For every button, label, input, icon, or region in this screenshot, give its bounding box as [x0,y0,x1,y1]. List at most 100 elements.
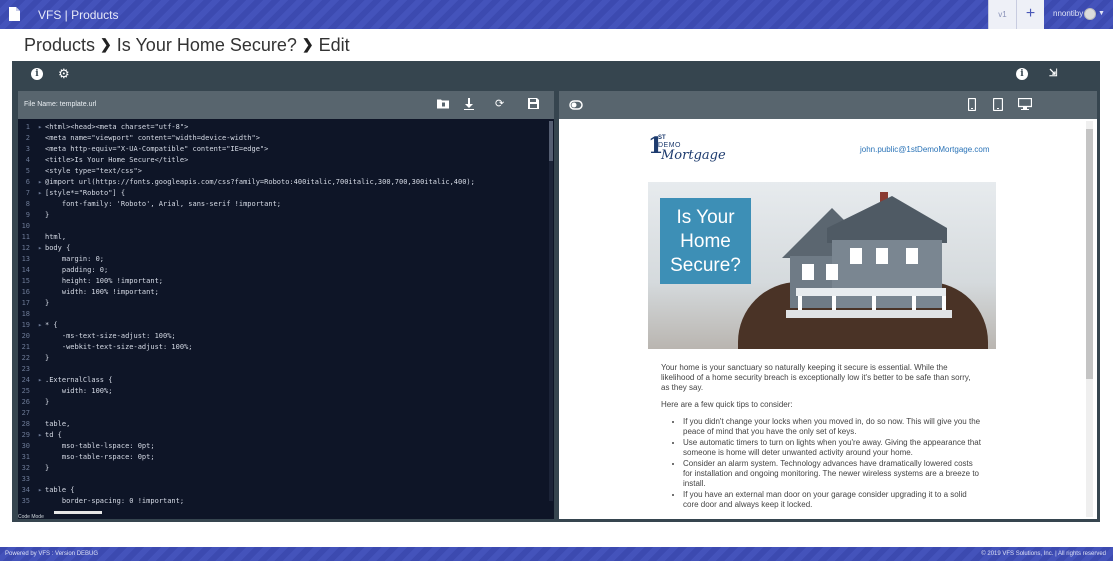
code-line[interactable]: 12 ▸ body { [18,243,546,254]
code-horizontal-scrollbar[interactable] [54,511,102,514]
fold-icon[interactable] [38,342,45,353]
fold-icon[interactable] [38,397,45,408]
code-text: font-family: 'Roboto', Arial, sans-serif… [45,200,282,208]
code-line[interactable]: 21 -webkit-text-size-adjust: 100%; [18,342,546,353]
code-line[interactable]: 19 ▸ * { [18,320,546,331]
desktop-icon[interactable] [1018,98,1032,110]
refresh-icon[interactable]: ⟳ [495,98,504,110]
code-line[interactable]: 20 -ms-text-size-adjust: 100%; [18,331,546,342]
fold-icon[interactable] [38,331,45,342]
code-line[interactable]: 32} [18,463,546,474]
code-line[interactable]: 23 [18,364,546,375]
fold-icon[interactable] [38,452,45,463]
code-line[interactable]: 28 table, [18,419,546,430]
code-scrollbar-thumb[interactable] [549,121,553,161]
code-line[interactable]: 9} [18,210,546,221]
version-badge[interactable]: v1 [988,0,1016,29]
fold-icon[interactable] [38,463,45,474]
info-icon-right[interactable]: i [1016,68,1028,80]
code-line[interactable]: 11 html, [18,232,546,243]
code-area[interactable]: 1 ▸ <html><head><meta charset="utf-8"> 2 <me… [18,122,546,508]
line-number: 1 [25,123,30,131]
chevron-down-icon[interactable]: ▼ [1098,10,1105,17]
fold-icon[interactable]: ▸ [38,188,45,199]
code-line[interactable]: 10 [18,221,546,232]
toggle-icon[interactable] [569,100,583,110]
code-line[interactable]: 29 ▸ td { [18,430,546,441]
fold-icon[interactable] [38,287,45,298]
collapse-icon[interactable]: ⇲ [1049,68,1061,80]
code-line[interactable]: 5 <style type="text/css"> [18,166,546,177]
fold-icon[interactable] [38,364,45,375]
code-line[interactable]: 7 ▸ [style*="Roboto"] { [18,188,546,199]
fold-icon[interactable]: ▸ [38,177,45,188]
fold-icon[interactable] [38,276,45,287]
folder-icon[interactable] [437,98,449,109]
fold-icon[interactable] [38,419,45,430]
save-icon[interactable] [528,98,539,109]
code-line[interactable]: 18 [18,309,546,320]
code-line[interactable]: 27 [18,408,546,419]
code-line[interactable]: 30 mso-table-lspace: 0pt; [18,441,546,452]
add-button[interactable]: + [1016,0,1044,29]
fold-icon[interactable] [38,309,45,320]
fold-icon[interactable] [38,221,45,232]
fold-icon[interactable]: ▸ [38,122,45,133]
tablet-icon[interactable] [993,98,1003,111]
info-icon[interactable]: i [31,68,43,80]
fold-icon[interactable]: ▸ [38,375,45,386]
fold-icon[interactable] [38,166,45,177]
chevron-right-icon: ❯ [100,36,112,52]
code-line[interactable]: 34 ▸ table { [18,485,546,496]
code-line[interactable]: 13 margin: 0; [18,254,546,265]
code-line[interactable]: 15 height: 100% !important; [18,276,546,287]
code-scrollbar[interactable] [549,121,553,501]
avatar[interactable] [1084,8,1096,20]
user-name[interactable]: nnontiby [1053,9,1083,18]
fold-icon[interactable] [38,265,45,276]
fold-icon[interactable] [38,232,45,243]
fold-icon[interactable] [38,210,45,221]
code-line[interactable]: 25 width: 100%; [18,386,546,397]
code-line[interactable]: 26} [18,397,546,408]
gear-icon[interactable]: ⚙ [58,67,70,80]
mobile-icon[interactable] [968,98,976,111]
fold-icon[interactable] [38,199,45,210]
code-line[interactable]: 4 <title>Is Your Home Secure</title> [18,155,546,166]
email-link[interactable]: john.public@1stDemoMortgage.com [860,145,990,154]
fold-icon[interactable] [38,408,45,419]
code-line[interactable]: 14 padding: 0; [18,265,546,276]
code-line[interactable]: 1 ▸ <html><head><meta charset="utf-8"> [18,122,546,133]
breadcrumb-product-name[interactable]: Is Your Home Secure? [117,35,297,55]
code-line[interactable]: 24 ▸ .ExternalClass { [18,375,546,386]
code-line[interactable]: 3 <meta http-equiv="X-UA-Compatible" cont… [18,144,546,155]
code-line[interactable]: 8 font-family: 'Roboto', Arial, sans-ser… [18,199,546,210]
code-line[interactable]: 16 width: 100% !important; [18,287,546,298]
fold-icon[interactable] [38,133,45,144]
code-line[interactable]: 33 [18,474,546,485]
code-line[interactable]: 6 ▸ @import url(https://fonts.googleapis.c… [18,177,546,188]
fold-icon[interactable] [38,298,45,309]
preview-scrollbar[interactable] [1086,121,1093,517]
fold-icon[interactable] [38,496,45,507]
breadcrumb-products[interactable]: Products [24,35,95,55]
code-line[interactable]: 35 border-spacing: 0 !important; [18,496,546,507]
preview-scrollbar-thumb[interactable] [1086,129,1093,379]
download-icon[interactable] [464,98,474,110]
fold-icon[interactable] [38,386,45,397]
fold-icon[interactable]: ▸ [38,320,45,331]
code-line[interactable]: 17} [18,298,546,309]
code-line[interactable]: 2 <meta name="viewport" content="width=de… [18,133,546,144]
fold-icon[interactable] [38,155,45,166]
document-icon[interactable] [9,7,20,21]
fold-icon[interactable]: ▸ [38,243,45,254]
fold-icon[interactable] [38,254,45,265]
fold-icon[interactable]: ▸ [38,430,45,441]
fold-icon[interactable] [38,144,45,155]
code-line[interactable]: 31 mso-table-rspace: 0pt; [18,452,546,463]
fold-icon[interactable] [38,441,45,452]
fold-icon[interactable]: ▸ [38,485,45,496]
fold-icon[interactable] [38,353,45,364]
code-line[interactable]: 22} [18,353,546,364]
fold-icon[interactable] [38,474,45,485]
